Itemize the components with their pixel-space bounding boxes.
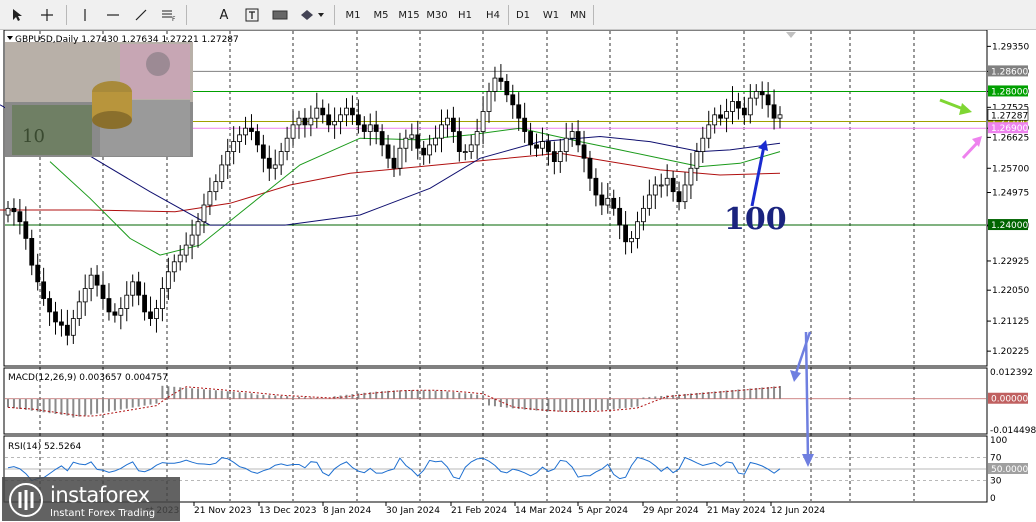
current-price-label: 1.27287 xyxy=(991,111,1028,121)
text-label-icon[interactable] xyxy=(241,4,263,26)
text-tool-icon[interactable]: A xyxy=(213,4,235,26)
trendline-icon[interactable] xyxy=(130,4,152,26)
price-level-label: 1.28000 xyxy=(991,87,1028,97)
price-level-label: 1.26900 xyxy=(991,124,1028,134)
macd-axis: 0.012392 0.000000 -0.014498 xyxy=(988,368,1036,436)
timeframe-w1[interactable]: W1 xyxy=(538,4,564,26)
date-label: 12 Jun 2024 xyxy=(771,506,825,516)
price-level-label: 1.24000 xyxy=(991,221,1028,231)
toolbar-separator xyxy=(186,5,187,25)
logo-name: instaforex xyxy=(50,483,150,507)
rsi-axis: 100 70 50.0000 30 0 xyxy=(988,436,1028,504)
price-axis: 1.293501.286001.280001.275251.269001.266… xyxy=(987,42,1029,357)
date-label: 5 Apr 2024 xyxy=(578,506,628,516)
timeframe-m30[interactable]: M30 xyxy=(424,4,450,26)
toolbar-separator xyxy=(334,5,335,25)
macd-tick-label: 0.000000 xyxy=(991,395,1034,405)
price-level-label: 1.28600 xyxy=(991,67,1028,77)
horizontal-line-icon[interactable] xyxy=(102,4,124,26)
chart-header: GBPUSD,Daily 1.27430 1.27634 1.27221 1.2… xyxy=(7,35,239,45)
price-tick-label: 1.22050 xyxy=(992,286,1029,296)
timeframe-h1[interactable]: H1 xyxy=(452,4,478,26)
price-tick-label: 1.29350 xyxy=(992,42,1029,52)
timeframe-d1[interactable]: D1 xyxy=(510,4,536,26)
date-axis: 21 Nov 2023 13 Dec 2023 8 Jan 2024 30 Jan 2… xyxy=(145,502,825,516)
chart-area[interactable]: 10 GBPUSD,Daily 1.27430 1.27634 1.27221 … xyxy=(0,30,1036,522)
toolbar-separator xyxy=(593,5,594,25)
date-label: 30 Jan 2024 xyxy=(386,506,440,516)
date-label: 21 Feb 2024 xyxy=(451,506,507,516)
price-tick-label: 1.22925 xyxy=(992,257,1029,267)
shapes-dropdown-icon[interactable] xyxy=(297,4,327,26)
macd-tick-label: 0.012392 xyxy=(990,368,1033,378)
rsi-label: RSI(14) 52.5264 xyxy=(8,442,81,452)
toolbar-separator xyxy=(66,5,67,25)
timeframe-m15[interactable]: M15 xyxy=(396,4,422,26)
timeframe-m1[interactable]: M1 xyxy=(340,4,366,26)
rectangle-icon[interactable] xyxy=(269,4,291,26)
date-label: 29 Apr 2024 xyxy=(643,506,699,516)
vertical-line-icon[interactable] xyxy=(74,4,96,26)
currency-photo: 10 xyxy=(5,42,193,157)
rsi-tick-label: 0 xyxy=(990,494,996,504)
timeframe-mn[interactable]: MN xyxy=(565,4,591,26)
rsi-tick-label: 30 xyxy=(990,477,1002,487)
toolbar: F A M1 M5 M15 M30 H1 H4 D1 W1 MN xyxy=(0,0,1036,30)
timeframe-m5[interactable]: M5 xyxy=(368,4,394,26)
price-tick-label: 1.24975 xyxy=(992,188,1029,198)
fibonacci-icon[interactable]: F xyxy=(158,4,180,26)
crosshair-icon[interactable] xyxy=(36,4,58,26)
macd-label: MACD(12,26,9) 0.003657 0.004757 xyxy=(8,373,168,383)
rsi-tick-label: 100 xyxy=(990,436,1007,446)
toolbar-separator xyxy=(508,5,509,25)
annotation-100: 100 xyxy=(724,202,787,237)
date-label: 13 Dec 2023 xyxy=(259,506,317,516)
logo-tagline: Instant Forex Trading xyxy=(50,508,156,519)
date-label: 8 Jan 2024 xyxy=(323,506,371,516)
timeframe-h4[interactable]: H4 xyxy=(480,4,506,26)
date-label: 21 Nov 2023 xyxy=(194,506,252,516)
svg-text:F: F xyxy=(172,16,176,22)
rsi-tick-label: 50.0000 xyxy=(991,465,1028,475)
svg-text:10: 10 xyxy=(22,126,45,147)
price-tick-label: 1.21125 xyxy=(992,317,1029,327)
date-label: 21 May 2024 xyxy=(707,506,766,516)
price-tick-label: 1.20225 xyxy=(992,347,1029,357)
price-tick-label: 1.25700 xyxy=(992,164,1029,174)
price-tick-label: 1.26625 xyxy=(992,133,1029,143)
date-label: 14 Mar 2024 xyxy=(515,506,572,516)
rsi-tick-label: 70 xyxy=(990,453,1002,463)
instaforex-logo: instaforex Instant Forex Trading xyxy=(2,477,180,521)
macd-tick-label: -0.014498 xyxy=(990,426,1036,436)
cursor-icon[interactable] xyxy=(6,4,28,26)
logo-icon xyxy=(9,483,43,517)
symbol-header: GBPUSD,Daily 1.27430 1.27634 1.27221 1.2… xyxy=(15,35,239,45)
